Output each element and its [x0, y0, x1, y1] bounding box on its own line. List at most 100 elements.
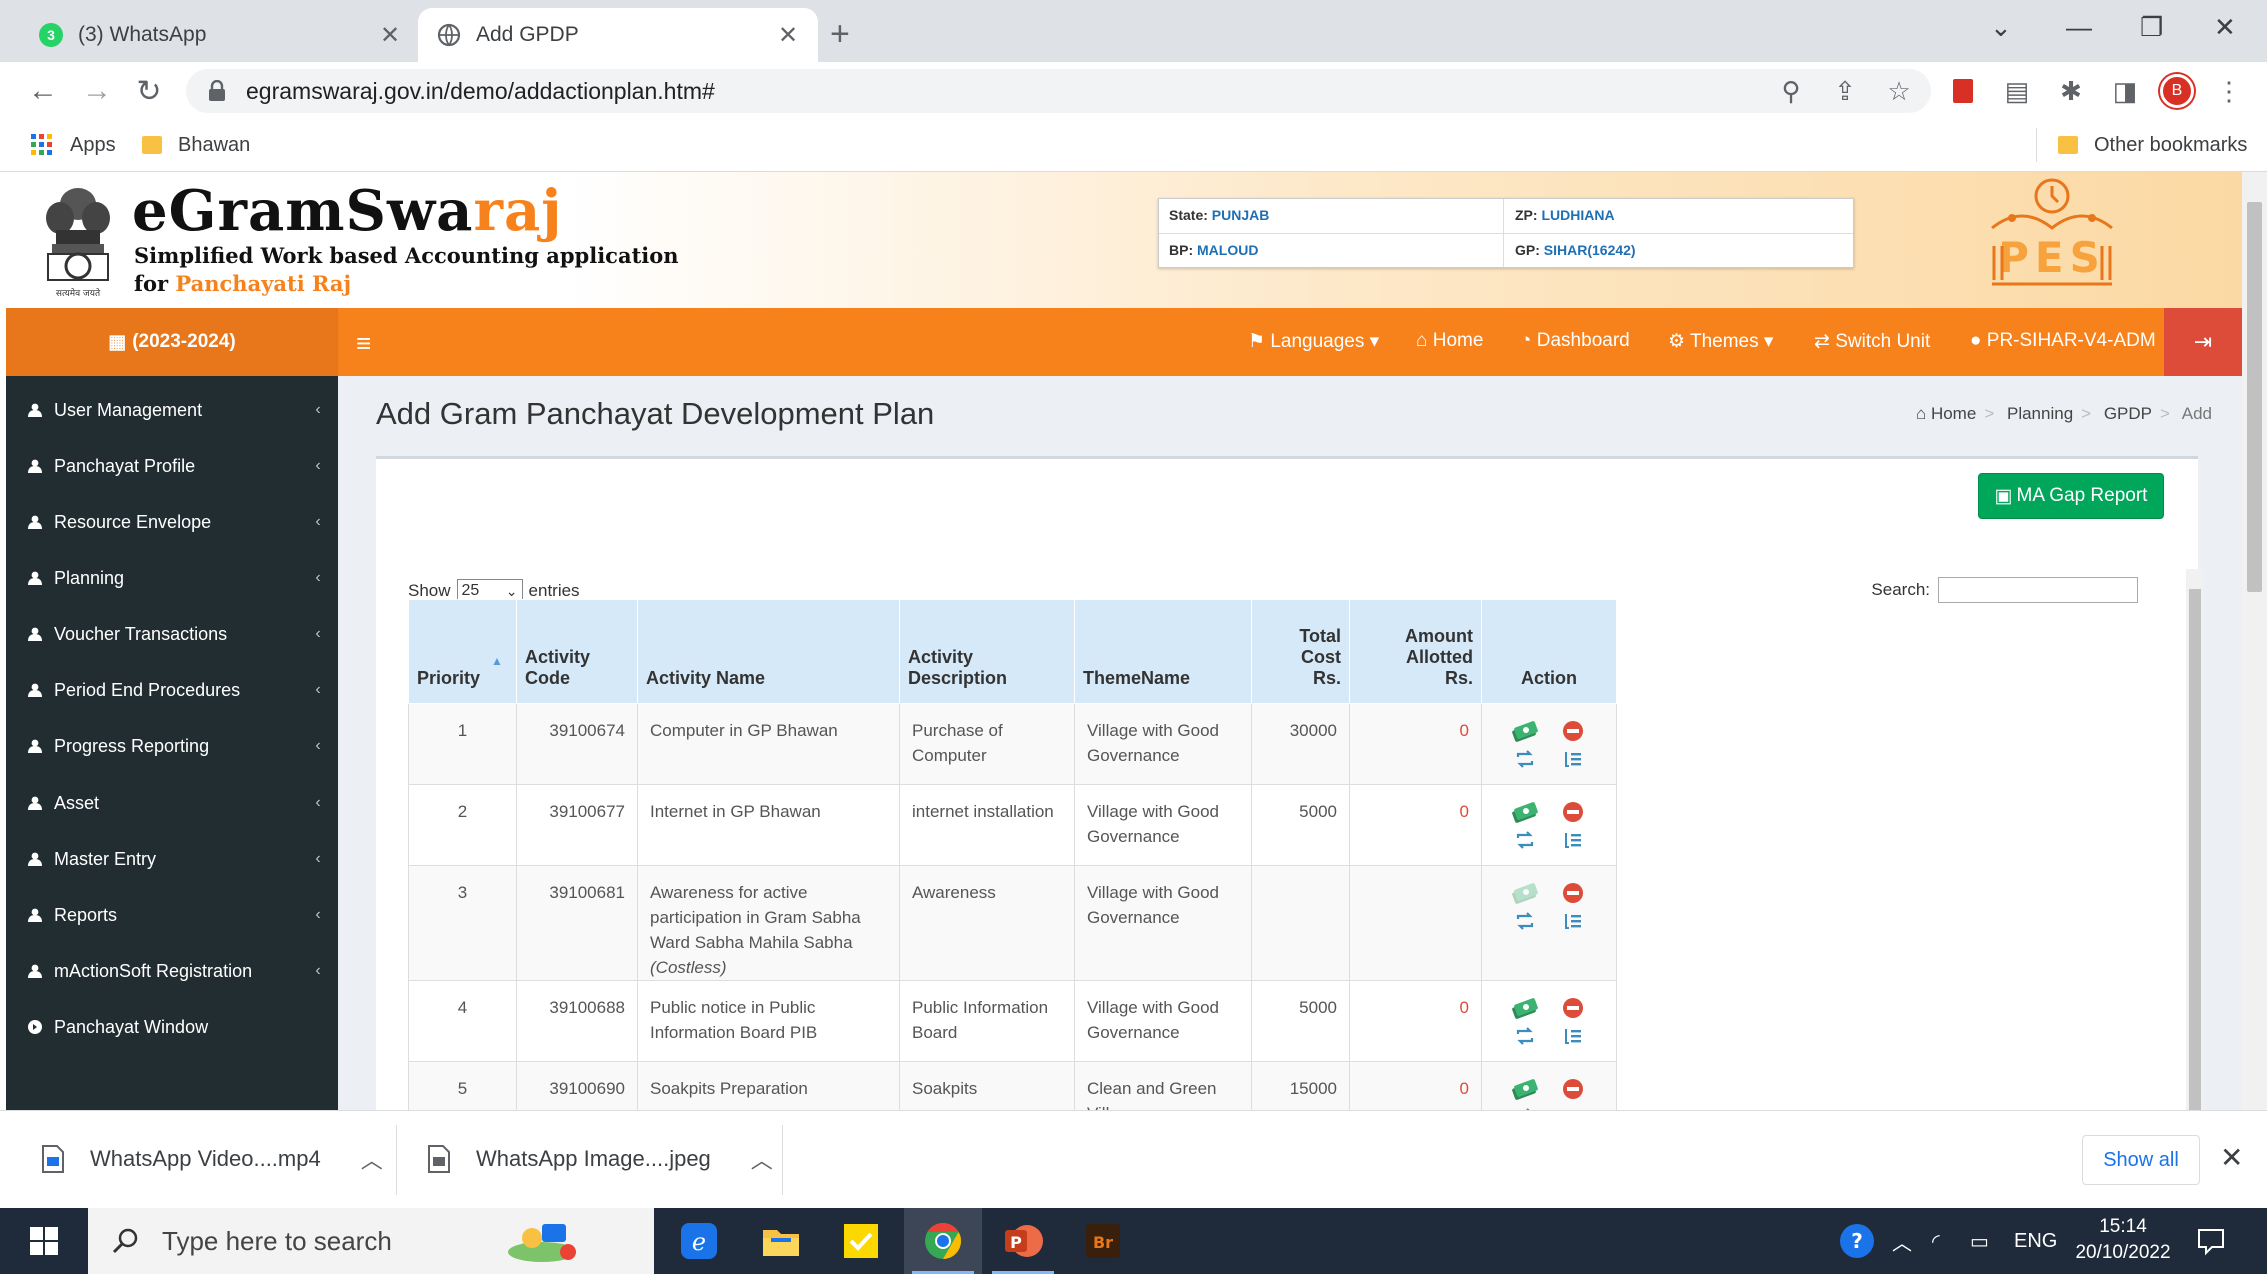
- sidebar-item-master-entry[interactable]: Master Entry ‹: [6, 839, 338, 879]
- window-close-icon[interactable]: ✕: [2214, 10, 2236, 44]
- tray-chevron-up-icon[interactable]: ︿: [1892, 1208, 1912, 1274]
- col-total-cost[interactable]: Total Cost Rs.: [1251, 599, 1350, 704]
- reload-icon[interactable]: ↻: [130, 72, 168, 110]
- chevron-up-icon[interactable]: ︿: [751, 1143, 773, 1175]
- wifi-icon[interactable]: ◜: [1932, 1208, 1940, 1274]
- tab-search-chevron-icon[interactable]: ⌄: [1990, 10, 2012, 44]
- language-indicator[interactable]: ENG: [2014, 1208, 2057, 1274]
- minimize-icon[interactable]: —: [2066, 10, 2092, 44]
- sidebar-item-panchayat-window[interactable]: Panchayat Window: [6, 1007, 338, 1047]
- change-priority-button[interactable]: [1510, 746, 1540, 772]
- notifications-icon[interactable]: [2196, 1208, 2226, 1274]
- puzzle-icon[interactable]: ✱: [2052, 72, 2090, 110]
- col-activity-name[interactable]: Activity Name: [637, 599, 900, 704]
- bookmark-apps[interactable]: Apps: [30, 130, 116, 160]
- sidebar-item-progress-reporting[interactable]: Progress Reporting ‹: [6, 726, 338, 766]
- bookmark-star-icon[interactable]: ☆: [1880, 72, 1918, 110]
- breadcrumb-home[interactable]: Home: [1931, 404, 1976, 423]
- sidebar-item-planning[interactable]: Planning ‹: [6, 558, 338, 598]
- sidebar-item-period-end-procedures[interactable]: Period End Procedures ‹: [6, 670, 338, 710]
- table-scrollbar[interactable]: [2186, 569, 2204, 1110]
- ma-gap-report-button[interactable]: ▣ MA Gap Report: [1978, 473, 2164, 519]
- change-priority-button[interactable]: [1510, 908, 1540, 934]
- breadcrumb-gpdp[interactable]: GPDP: [2104, 404, 2152, 423]
- sidebar-item-resource-envelope[interactable]: Resource Envelope ‹: [6, 502, 338, 542]
- tab-add-gpdp[interactable]: Add GPDP ✕: [418, 8, 818, 62]
- allot-money-button[interactable]: [1510, 880, 1540, 906]
- col-amount-allotted[interactable]: Amount Allotted Rs.: [1349, 599, 1482, 704]
- logout-icon[interactable]: ⇥: [2164, 308, 2242, 376]
- bookmark-bhawan[interactable]: Bhawan: [142, 130, 250, 160]
- address-bar[interactable]: egramswaraj.gov.in/demo/addactionplan.ht…: [186, 69, 1931, 113]
- tab-whatsapp[interactable]: 3 (3) WhatsApp ✕: [20, 8, 420, 62]
- show-all-downloads-button[interactable]: Show all: [2082, 1135, 2200, 1185]
- delete-activity-button[interactable]: [1558, 880, 1588, 906]
- close-tab-icon[interactable]: ✕: [378, 21, 402, 50]
- col-activity-code[interactable]: Activity Code: [516, 599, 638, 704]
- extension-reader-icon[interactable]: ▤: [1998, 72, 2036, 110]
- taskbar-app-chrome[interactable]: [904, 1208, 982, 1274]
- kebab-menu-icon[interactable]: ⋮: [2210, 72, 2248, 110]
- extension-red-icon[interactable]: [1944, 72, 1982, 110]
- allot-money-button[interactable]: [1510, 1076, 1540, 1102]
- change-priority-button[interactable]: [1510, 827, 1540, 853]
- nav-switch-unit[interactable]: ⇄ Switch Unit: [1814, 330, 1930, 353]
- taskbar-app-bridge[interactable]: Br: [1064, 1208, 1142, 1274]
- change-priority-button[interactable]: [1510, 1023, 1540, 1049]
- col-theme-name[interactable]: ThemeName: [1074, 599, 1252, 704]
- chevron-up-icon[interactable]: ︿: [361, 1143, 383, 1175]
- windows-start-icon[interactable]: [0, 1208, 88, 1274]
- allot-money-button[interactable]: [1510, 718, 1540, 744]
- user-menu[interactable]: ● PR-SIHAR-V4-ADM: [1970, 330, 2156, 352]
- close-downloads-icon[interactable]: ✕: [2220, 1141, 2243, 1174]
- taskbar-clock[interactable]: 15:14 20/10/2022: [2064, 1214, 2182, 1266]
- close-tab-icon[interactable]: ✕: [776, 21, 800, 50]
- breadcrumb-planning[interactable]: Planning: [2007, 404, 2073, 423]
- side-panel-icon[interactable]: ◨: [2106, 72, 2144, 110]
- sidebar-toggle-icon[interactable]: ≡: [356, 328, 371, 359]
- sidebar-item-voucher-transactions[interactable]: Voucher Transactions ‹: [6, 614, 338, 654]
- view-details-button[interactable]: [1558, 1023, 1588, 1049]
- new-tab-icon[interactable]: +: [830, 14, 850, 54]
- forward-icon[interactable]: →: [78, 72, 116, 110]
- download-item[interactable]: WhatsApp Image....jpeg ︿: [428, 1129, 773, 1189]
- col-priority[interactable]: Priority ▲: [408, 599, 517, 704]
- sidebar-item-panchayat-profile[interactable]: Panchayat Profile ‹: [6, 446, 338, 486]
- financial-year[interactable]: ▦ (2023-2024): [6, 308, 338, 376]
- other-bookmarks[interactable]: Other bookmarks: [2058, 130, 2247, 160]
- taskbar-search[interactable]: Type here to search: [88, 1208, 654, 1274]
- allot-money-button[interactable]: [1510, 799, 1540, 825]
- taskbar-app-explorer[interactable]: [742, 1208, 820, 1274]
- taskbar-app-sticky-notes[interactable]: [822, 1208, 900, 1274]
- nav-home[interactable]: ⌂ Home: [1416, 330, 1483, 352]
- battery-icon[interactable]: ▭: [1970, 1208, 1989, 1274]
- search-input[interactable]: [1938, 577, 2138, 603]
- sidebar-item-asset[interactable]: Asset ‹: [6, 783, 338, 823]
- view-details-button[interactable]: [1558, 908, 1588, 934]
- col-activity-description[interactable]: Activity Description: [899, 599, 1075, 704]
- sidebar-item-mactionsoft-registration[interactable]: mActionSoft Registration ‹: [6, 951, 338, 991]
- delete-activity-button[interactable]: [1558, 799, 1588, 825]
- taskbar-app-edge[interactable]: ℯ: [660, 1208, 738, 1274]
- profile-avatar[interactable]: B: [2158, 72, 2196, 110]
- download-item[interactable]: WhatsApp Video....mp4 ︿: [42, 1129, 383, 1189]
- languages-menu[interactable]: ⚑ Languages ▾: [1248, 330, 1379, 353]
- share-icon[interactable]: ⇪: [1826, 72, 1864, 110]
- delete-activity-button[interactable]: [1558, 718, 1588, 744]
- scrollbar-thumb[interactable]: [2247, 202, 2262, 592]
- sidebar-item-reports[interactable]: Reports ‹: [6, 895, 338, 935]
- view-details-button[interactable]: [1558, 827, 1588, 853]
- zoom-icon[interactable]: ⚲: [1772, 72, 1810, 110]
- view-details-button[interactable]: [1558, 746, 1588, 772]
- nav-dashboard[interactable]: ◔ Dashboard: [1520, 330, 1630, 352]
- help-icon[interactable]: ?: [1838, 1208, 1876, 1274]
- delete-activity-button[interactable]: [1558, 995, 1588, 1021]
- sidebar-item-user-management[interactable]: User Management ‹: [6, 390, 338, 430]
- themes-menu[interactable]: ⚙ Themes ▾: [1668, 330, 1773, 353]
- allot-money-button[interactable]: [1510, 995, 1540, 1021]
- back-icon[interactable]: ←: [24, 72, 62, 110]
- scrollbar-thumb[interactable]: [2189, 589, 2201, 1110]
- taskbar-app-powerpoint[interactable]: P: [984, 1208, 1062, 1274]
- restore-icon[interactable]: ❐: [2140, 10, 2163, 44]
- page-scrollbar[interactable]: [2242, 172, 2267, 1110]
